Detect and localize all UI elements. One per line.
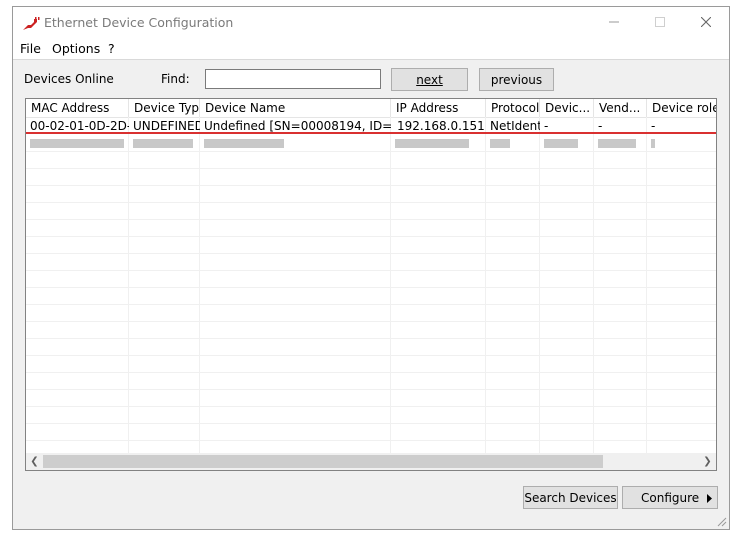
search-devices-button[interactable]: Search Devices [523,486,618,509]
find-label: Find: [161,72,190,86]
redacted-cell [486,135,540,152]
menu-options[interactable]: Options [52,41,100,56]
minimize-button[interactable] [591,7,637,37]
grid-line [26,270,716,271]
main-window: Ethernet Device Configuration File Optio… [12,6,730,530]
devices-online-label: Devices Online [24,72,114,86]
scroll-right-arrow-icon[interactable]: ❯ [699,453,716,470]
horizontal-scrollbar[interactable]: ❮ ❯ [26,453,716,470]
maximize-icon [655,17,665,27]
column-header-mac[interactable]: MAC Address [26,99,129,117]
grid-line [26,304,716,305]
dropdown-arrow-icon [707,494,712,503]
redacted-cell [200,135,391,152]
minimize-icon [609,21,619,23]
redacted-cell [129,135,200,152]
grid-line [26,406,716,407]
window-title: Ethernet Device Configuration [44,15,234,30]
scroll-left-arrow-icon[interactable]: ❮ [26,453,43,470]
ethernet-plug-icon [23,17,40,30]
grid-line [26,372,716,373]
red-annotation-line [26,132,716,134]
grid-line [26,185,716,186]
close-icon [701,17,711,27]
grid-line [26,440,716,441]
grid-line [26,253,716,254]
maximize-button[interactable] [637,7,683,37]
grid-line [26,389,716,390]
next-button[interactable]: next [391,68,468,91]
grid-line [26,219,716,220]
grid-line [26,168,716,169]
previous-button[interactable]: previous [479,68,554,91]
column-header-device-name[interactable]: Device Name [200,99,391,117]
grid-line [26,321,716,322]
next-button-label: next [416,72,443,87]
column-header-ip-address[interactable]: IP Address [391,99,486,117]
redacted-cell [26,135,129,152]
table-row-redacted[interactable] [26,135,716,152]
redacted-cell [391,135,486,152]
redacted-cell [594,135,647,152]
menu-bar: File Options ? [13,39,729,60]
grid-line [26,338,716,339]
previous-button-label: previous [490,72,543,87]
table-header: MAC Address Device Type Device Name IP A… [26,99,716,118]
configure-button[interactable]: Configure [622,486,718,509]
scrollbar-thumb[interactable] [43,455,603,468]
redacted-cell [647,135,716,152]
column-header-protocol[interactable]: Protocol [486,99,540,117]
close-button[interactable] [683,7,729,37]
grid-line [26,236,716,237]
menu-file[interactable]: File [20,41,41,56]
configure-label: Configure [641,490,700,505]
grid-line [26,423,716,424]
menu-help[interactable]: ? [108,41,115,56]
search-devices-label: Search Devices [524,490,617,505]
title-bar: Ethernet Device Configuration [13,7,729,39]
find-input[interactable] [205,69,381,89]
column-header-device-role[interactable]: Device role [647,99,716,117]
devices-table[interactable]: MAC Address Device Type Device Name IP A… [25,98,717,471]
column-header-vendor[interactable]: Vend... [594,99,647,117]
resize-grip-icon[interactable] [715,515,727,527]
redacted-cell [540,135,594,152]
grid-line [26,287,716,288]
column-header-device-type[interactable]: Device Type [129,99,200,117]
grid-line [26,355,716,356]
grid-line [26,202,716,203]
column-header-device[interactable]: Devic... [540,99,594,117]
